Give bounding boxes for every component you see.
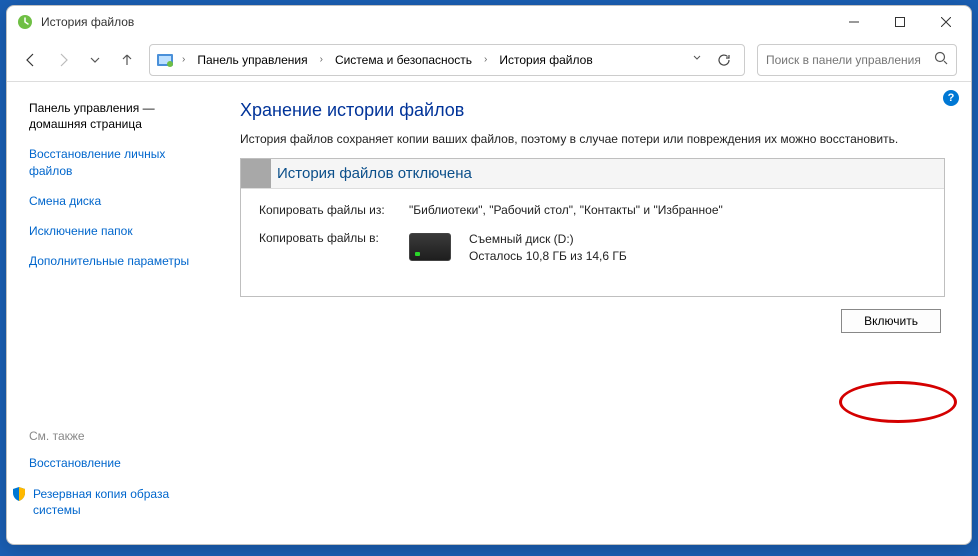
copy-to-label: Копировать файлы в: — [259, 231, 389, 265]
window-title: История файлов — [41, 15, 831, 29]
recent-locations-button[interactable] — [85, 50, 105, 70]
content-area: ? Панель управления — домашняя страница … — [7, 82, 971, 544]
close-button[interactable] — [923, 6, 969, 38]
page-description: История файлов сохраняет копии ваших фай… — [240, 131, 945, 148]
enable-button[interactable]: Включить — [841, 309, 941, 333]
chevron-right-icon: › — [180, 54, 187, 65]
breadcrumb-item[interactable]: Панель управления — [193, 51, 311, 69]
search-box[interactable] — [757, 44, 957, 76]
sidebar-link-exclude[interactable]: Исключение папок — [29, 223, 203, 239]
copy-from-value: "Библиотеки", "Рабочий стол", "Контакты"… — [409, 203, 723, 217]
titlebar[interactable]: История файлов — [7, 6, 971, 38]
drive-icon — [409, 233, 451, 261]
sidebar-link-advanced[interactable]: Дополнительные параметры — [29, 253, 203, 269]
sidebar-link-change-drive[interactable]: Смена диска — [29, 193, 203, 209]
window-frame: История файлов › Панель управления › Сис… — [6, 5, 972, 545]
back-button[interactable] — [21, 50, 41, 70]
control-panel-icon — [156, 51, 174, 69]
breadcrumb-item[interactable]: Система и безопасность — [331, 51, 476, 69]
up-button[interactable] — [117, 50, 137, 70]
status-panel: История файлов отключена Копировать файл… — [240, 158, 945, 298]
see-also-label: См. также — [29, 429, 203, 443]
minimize-button[interactable] — [831, 6, 877, 38]
sidebar-also-image-backup[interactable]: Резервная копия образа системы — [33, 486, 203, 518]
sidebar-link-restore[interactable]: Восстановление личных файлов — [29, 146, 203, 178]
chevron-right-icon: › — [482, 54, 489, 65]
highlight-annotation — [839, 381, 957, 423]
search-input[interactable] — [766, 53, 928, 67]
sidebar: Панель управления — домашняя страница Во… — [7, 82, 214, 544]
breadcrumb-item[interactable]: История файлов — [495, 51, 596, 69]
refresh-button[interactable] — [710, 53, 738, 67]
forward-button[interactable] — [53, 50, 73, 70]
sidebar-home-link[interactable]: Панель управления — домашняя страница — [29, 100, 203, 132]
shield-icon — [11, 486, 27, 502]
page-heading: Хранение истории файлов — [240, 100, 945, 121]
maximize-button[interactable] — [877, 6, 923, 38]
status-title: История файлов отключена — [241, 159, 944, 189]
chevron-right-icon: › — [318, 54, 325, 65]
chevron-down-icon[interactable] — [690, 53, 704, 66]
search-icon[interactable] — [934, 51, 948, 68]
toolbar: › Панель управления › Система и безопасн… — [7, 38, 971, 82]
copy-from-label: Копировать файлы из: — [259, 203, 389, 217]
breadcrumb[interactable]: › Панель управления › Система и безопасн… — [149, 44, 745, 76]
drive-space: Осталось 10,8 ГБ из 14,6 ГБ — [469, 248, 627, 265]
file-history-icon — [17, 14, 33, 30]
main-content: Хранение истории файлов История файлов с… — [214, 82, 971, 544]
drive-name: Съемный диск (D:) — [469, 231, 627, 248]
sidebar-also-recovery[interactable]: Восстановление — [29, 455, 203, 471]
